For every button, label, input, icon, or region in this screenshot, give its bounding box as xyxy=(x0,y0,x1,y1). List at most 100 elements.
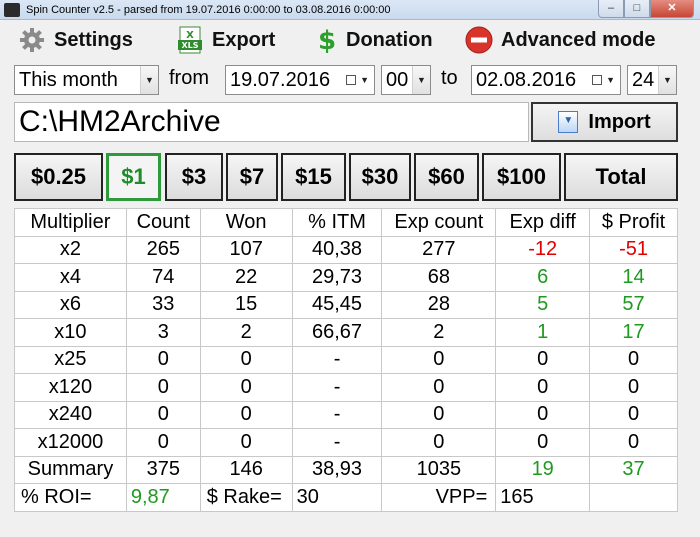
column-header[interactable]: Exp count xyxy=(381,208,497,237)
table-cell: - xyxy=(291,428,383,457)
table-cell: 0 xyxy=(199,345,293,374)
table-cell: 6 xyxy=(495,263,591,292)
stake-button-3[interactable]: $3 xyxy=(165,153,223,201)
stake-button-1[interactable]: $1 xyxy=(106,153,161,201)
rake-value: 30 xyxy=(291,483,383,512)
stake-button-7[interactable]: $7 xyxy=(226,153,278,201)
stake-label: $30 xyxy=(361,164,399,189)
table-cell: 0 xyxy=(589,373,678,402)
table-cell: 37 xyxy=(589,455,678,484)
table-cell: 2 xyxy=(381,318,497,347)
table-cell: 38,93 xyxy=(291,455,383,484)
stake-label: Total xyxy=(595,164,647,189)
archive-path-input[interactable]: C:\HM2Archive xyxy=(14,102,529,142)
table-cell: x25 xyxy=(14,345,127,374)
table-cell: 19 xyxy=(495,455,591,484)
table-cell: x10 xyxy=(14,318,127,347)
table-cell: 375 xyxy=(125,455,201,484)
table-cell: 0 xyxy=(381,400,497,429)
to-date-value: 02.08.2016 xyxy=(476,68,577,91)
table-cell: 0 xyxy=(495,400,591,429)
table-row[interactable]: x12000 0 0 - 0 0 0 xyxy=(14,428,678,457)
stake-button-0.25[interactable]: $0.25 xyxy=(14,153,103,201)
stake-button-15[interactable]: $15 xyxy=(281,153,346,201)
title-bar: Spin Counter v2.5 - parsed from 19.07.20… xyxy=(0,0,700,20)
column-header[interactable]: Multiplier xyxy=(14,208,127,237)
stake-button-100[interactable]: $100 xyxy=(482,153,561,201)
calendar-icon xyxy=(592,75,602,85)
results-table: Multiplier Count Won % ITM Exp count Exp… xyxy=(14,208,678,512)
stake-button-60[interactable]: $60 xyxy=(414,153,479,201)
import-button[interactable]: Import xyxy=(531,102,678,142)
table-cell: 28 xyxy=(381,290,497,319)
gear-icon xyxy=(18,26,46,54)
from-hour-select[interactable]: 00 ▼ xyxy=(381,65,431,95)
table-cell: 146 xyxy=(199,455,293,484)
import-label: Import xyxy=(588,110,651,133)
advanced-mode-button[interactable]: Advanced mode xyxy=(465,24,655,56)
maximize-button[interactable]: □ xyxy=(624,0,650,18)
column-header[interactable]: Exp diff xyxy=(495,208,591,237)
export-button[interactable]: XLS X Export xyxy=(176,24,275,56)
settings-button[interactable]: Settings xyxy=(18,24,133,56)
table-cell: x4 xyxy=(14,263,127,292)
stake-button-total[interactable]: Total xyxy=(564,153,678,201)
roi-value: 9,87 xyxy=(125,483,201,512)
period-value: This month xyxy=(19,68,118,91)
table-row[interactable]: x10 3 2 66,67 2 1 17 xyxy=(14,318,678,347)
column-header[interactable]: Won xyxy=(199,208,293,237)
table-cell: 66,67 xyxy=(291,318,383,347)
table-cell: x2 xyxy=(14,235,127,264)
table-cell: x6 xyxy=(14,290,127,319)
table-cell: -12 xyxy=(495,235,591,264)
table-cell: - xyxy=(291,373,383,402)
chevron-down-icon: ▼ xyxy=(412,66,430,94)
table-cell: 0 xyxy=(125,373,201,402)
table-cell: 15 xyxy=(199,290,293,319)
settings-label: Settings xyxy=(54,28,133,51)
table-row[interactable]: x4 74 22 29,73 68 6 14 xyxy=(14,263,678,292)
table-cell: x240 xyxy=(14,400,127,429)
to-hour-select[interactable]: 24 ▼ xyxy=(627,65,677,95)
table-row[interactable]: x6 33 15 45,45 28 5 57 xyxy=(14,290,678,319)
table-cell: 29,73 xyxy=(291,263,383,292)
from-label: from xyxy=(169,67,209,89)
stake-label: $7 xyxy=(239,164,265,189)
column-header[interactable]: Count xyxy=(125,208,201,237)
to-date-picker[interactable]: 02.08.2016 ▼ xyxy=(471,65,621,95)
table-cell: 107 xyxy=(199,235,293,264)
empty-cell xyxy=(589,483,678,512)
column-header[interactable]: $ Profit xyxy=(589,208,678,237)
stake-label: $0.25 xyxy=(30,164,87,189)
advanced-mode-label: Advanced mode xyxy=(501,28,656,51)
table-row[interactable]: x240 0 0 - 0 0 0 xyxy=(14,400,678,429)
donation-button[interactable]: $ Donation xyxy=(316,24,433,56)
import-icon xyxy=(558,111,579,133)
table-cell: -51 xyxy=(589,235,678,264)
table-cell: x12000 xyxy=(14,428,127,457)
table-cell: 40,38 xyxy=(291,235,383,264)
stop-icon xyxy=(465,26,493,54)
table-row[interactable]: x2 265 107 40,38 277 -12 -51 xyxy=(14,235,678,264)
table-row[interactable]: x25 0 0 - 0 0 0 xyxy=(14,345,678,374)
column-header[interactable]: % ITM xyxy=(291,208,383,237)
table-cell: 14 xyxy=(589,263,678,292)
table-cell: 0 xyxy=(199,373,293,402)
period-select[interactable]: This month ▼ xyxy=(14,65,159,95)
close-button[interactable]: ✕ xyxy=(650,0,694,18)
table-row[interactable]: x120 0 0 - 0 0 0 xyxy=(14,373,678,402)
excel-export-icon: XLS X xyxy=(176,26,204,54)
table-cell: x120 xyxy=(14,373,127,402)
table-cell: 0 xyxy=(381,428,497,457)
stake-button-30[interactable]: $30 xyxy=(349,153,411,201)
table-cell: 68 xyxy=(381,263,497,292)
window-title: Spin Counter v2.5 - parsed from 19.07.20… xyxy=(26,3,391,16)
table-cell: 0 xyxy=(125,400,201,429)
svg-text:X: X xyxy=(186,30,194,41)
minimize-button[interactable]: – xyxy=(598,0,624,18)
table-cell: Summary xyxy=(14,455,127,484)
stake-label: $3 xyxy=(181,164,207,189)
summary-row[interactable]: Summary 375 146 38,93 1035 19 37 xyxy=(14,455,678,484)
from-date-picker[interactable]: 19.07.2016 ▼ xyxy=(225,65,375,95)
table-cell: 57 xyxy=(589,290,678,319)
